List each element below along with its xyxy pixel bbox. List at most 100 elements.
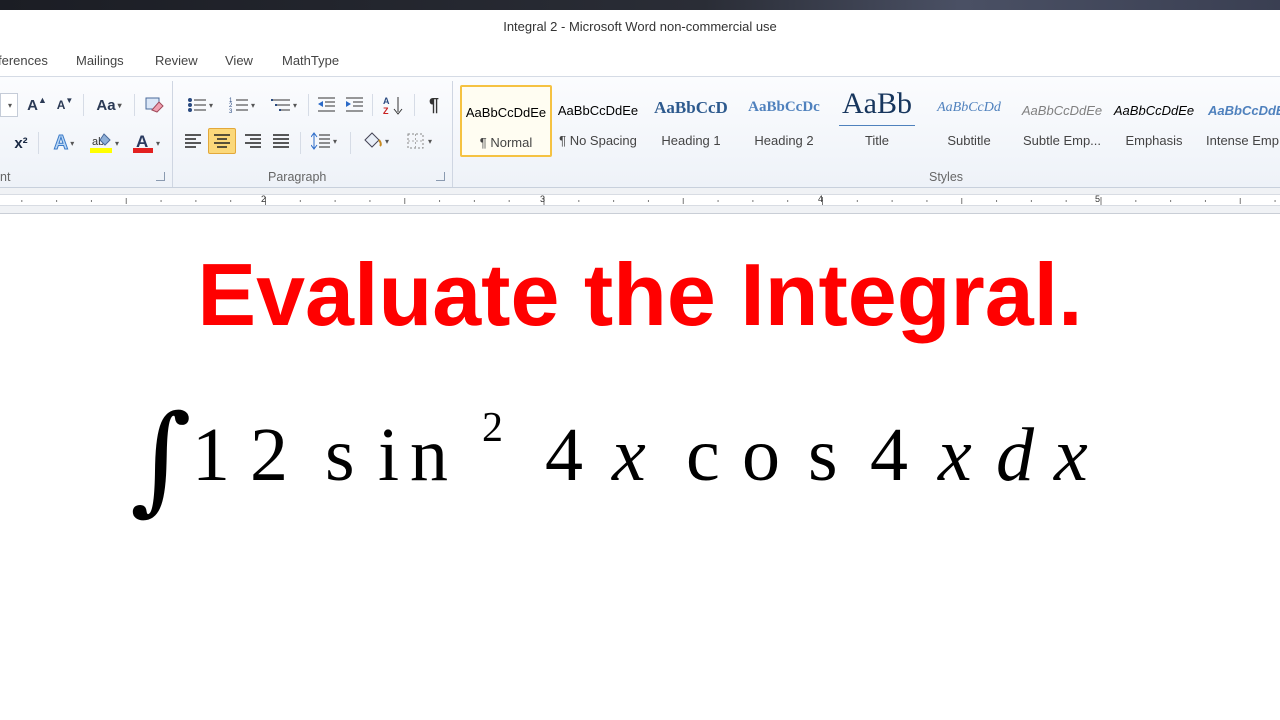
ruler-track: 2 3 4 5 [0,194,1280,206]
style-name: Heading 1 [661,133,721,148]
style-title[interactable]: AaBb Title [831,85,923,157]
ruler-mark-4: 4 [818,194,824,204]
align-center-button[interactable] [208,128,236,154]
style-emphasis[interactable]: AaBbCcDdEe Emphasis [1108,85,1200,157]
style-normal[interactable]: AaBbCcDdEe ¶ Normal [460,85,552,157]
decrease-indent-button[interactable] [314,93,338,117]
style-sample: AaBbCcDdEe [1113,103,1195,118]
decrease-indent-icon [318,97,335,112]
style-name: Subtle Emp... [1022,133,1102,148]
style-heading-2[interactable]: AaBbCcDc Heading 2 [738,85,830,157]
paint-bucket-icon [364,132,382,148]
justify-button[interactable] [268,129,294,153]
paragraph-group-label: Paragraph [268,170,327,184]
align-right-button[interactable] [240,129,266,153]
title-underline [839,125,915,126]
eq-letter: i [378,413,400,497]
ruler-mark-2: 2 [261,194,267,204]
eq-letter: c [686,413,720,497]
shrink-font-button[interactable]: A ▼ [54,93,76,117]
separator [372,94,373,116]
style-no-spacing[interactable]: AaBbCcDdEe ¶ No Spacing [552,85,644,157]
shrink-font-icon: A [56,98,66,112]
borders-button[interactable]: ▾ [400,129,438,153]
tab-view[interactable]: View [225,53,253,68]
ribbon-tabs: ferences Mailings Review View MathType [0,46,1280,76]
group-separator [172,81,173,187]
shading-button[interactable]: ▾ [356,129,394,153]
ruler-ticks [21,197,1276,205]
font-dialog-launcher[interactable] [156,172,165,181]
eq-variable: x [612,413,646,497]
grow-font-icon: A [27,96,38,114]
bullets-button[interactable]: ▾ [182,93,218,117]
horizontal-ruler[interactable]: 2 3 4 5 [0,188,1280,214]
superscript-icon: x² [14,134,28,152]
change-case-button[interactable]: Aa ▾ [92,93,126,117]
svg-text:A: A [383,96,390,106]
style-subtle-emphasis[interactable]: AaBbCcDdEe Subtle Emp... [1016,85,1108,157]
window-titlebar: Integral 2 - Microsoft Word non-commerci… [0,10,1280,46]
text-effects-button[interactable]: A ▾ [48,131,80,155]
sort-icon: AZ [383,96,403,115]
superscript-button[interactable]: x² [10,131,32,155]
eq-variable: x [938,413,972,497]
style-name: Subtitle [947,133,991,148]
align-left-button[interactable] [180,129,206,153]
document-heading: Evaluate the Integral. [197,245,1083,344]
change-case-icon: Aa [96,96,116,114]
numbering-button[interactable]: 1 2 3 ▾ [224,93,260,117]
style-subtitle[interactable]: AaBbCcDd Subtitle [923,85,1015,157]
clear-formatting-icon [145,97,164,113]
tab-mathtype[interactable]: MathType [282,53,339,68]
eq-digit: 2 [250,413,288,497]
sort-button[interactable]: AZ [380,93,406,117]
eq-superscript: 2 [482,405,503,451]
eq-digit: 1 [192,413,230,497]
grow-font-button[interactable]: A ▲ [26,93,48,117]
clear-formatting-button[interactable] [142,93,166,117]
style-sample: AaBbCcD [654,98,728,117]
paragraph-dialog-launcher[interactable] [436,172,445,181]
tab-references[interactable]: ferences [0,53,48,68]
svg-text:3: 3 [229,109,233,114]
borders-icon [407,133,424,149]
tab-mailings[interactable]: Mailings [76,53,124,68]
document-page[interactable]: Evaluate the Integral. ∫ 1 2 s i n 2 4 x… [0,214,1280,720]
eq-variable: x [1054,413,1088,497]
window-title: Integral 2 - Microsoft Word non-commerci… [503,19,777,34]
highlighter-icon: ab [89,133,112,153]
separator [350,132,351,154]
group-separator [452,81,453,187]
bullets-icon [187,98,206,112]
separator [300,132,301,154]
style-heading-1[interactable]: AaBbCcD Heading 1 [645,85,737,157]
styles-group-label: Styles [929,170,964,184]
font-color-icon: A [132,132,153,153]
style-name: Heading 2 [754,133,814,148]
separator [414,94,415,116]
separator [83,94,84,116]
font-color-button[interactable]: A ▾ [128,131,164,155]
line-spacing-button[interactable]: ▾ [306,129,342,153]
style-name: ¶ Normal [479,135,533,150]
style-sample: AaBbCcDdEe [557,103,639,118]
font-size-dropdown[interactable]: ▾ [0,93,18,117]
style-sample: AaBbCcDdE [1208,103,1280,118]
separator [308,94,309,116]
eq-letter: o [742,413,780,497]
highlight-color-button[interactable]: ab ▾ [86,131,122,155]
line-spacing-icon [310,132,330,150]
show-formatting-marks-button[interactable]: ¶ [422,93,446,117]
style-intense-emphasis[interactable]: AaBbCcDdE Intense Emp [1198,85,1280,157]
increase-indent-button[interactable] [342,93,366,117]
separator [134,94,135,116]
numbering-icon: 123 [229,98,248,114]
style-sample: AaBb [842,87,912,120]
align-right-icon [245,134,261,148]
multilevel-list-button[interactable]: ▾ [266,93,302,117]
style-sample: AaBbCcDd [937,100,1001,115]
eq-digit: 4 [545,413,583,497]
tab-review[interactable]: Review [155,53,198,68]
integral-equation[interactable]: ∫ 1 2 s i n 2 4 x c o s 4 x d x [120,399,1120,539]
